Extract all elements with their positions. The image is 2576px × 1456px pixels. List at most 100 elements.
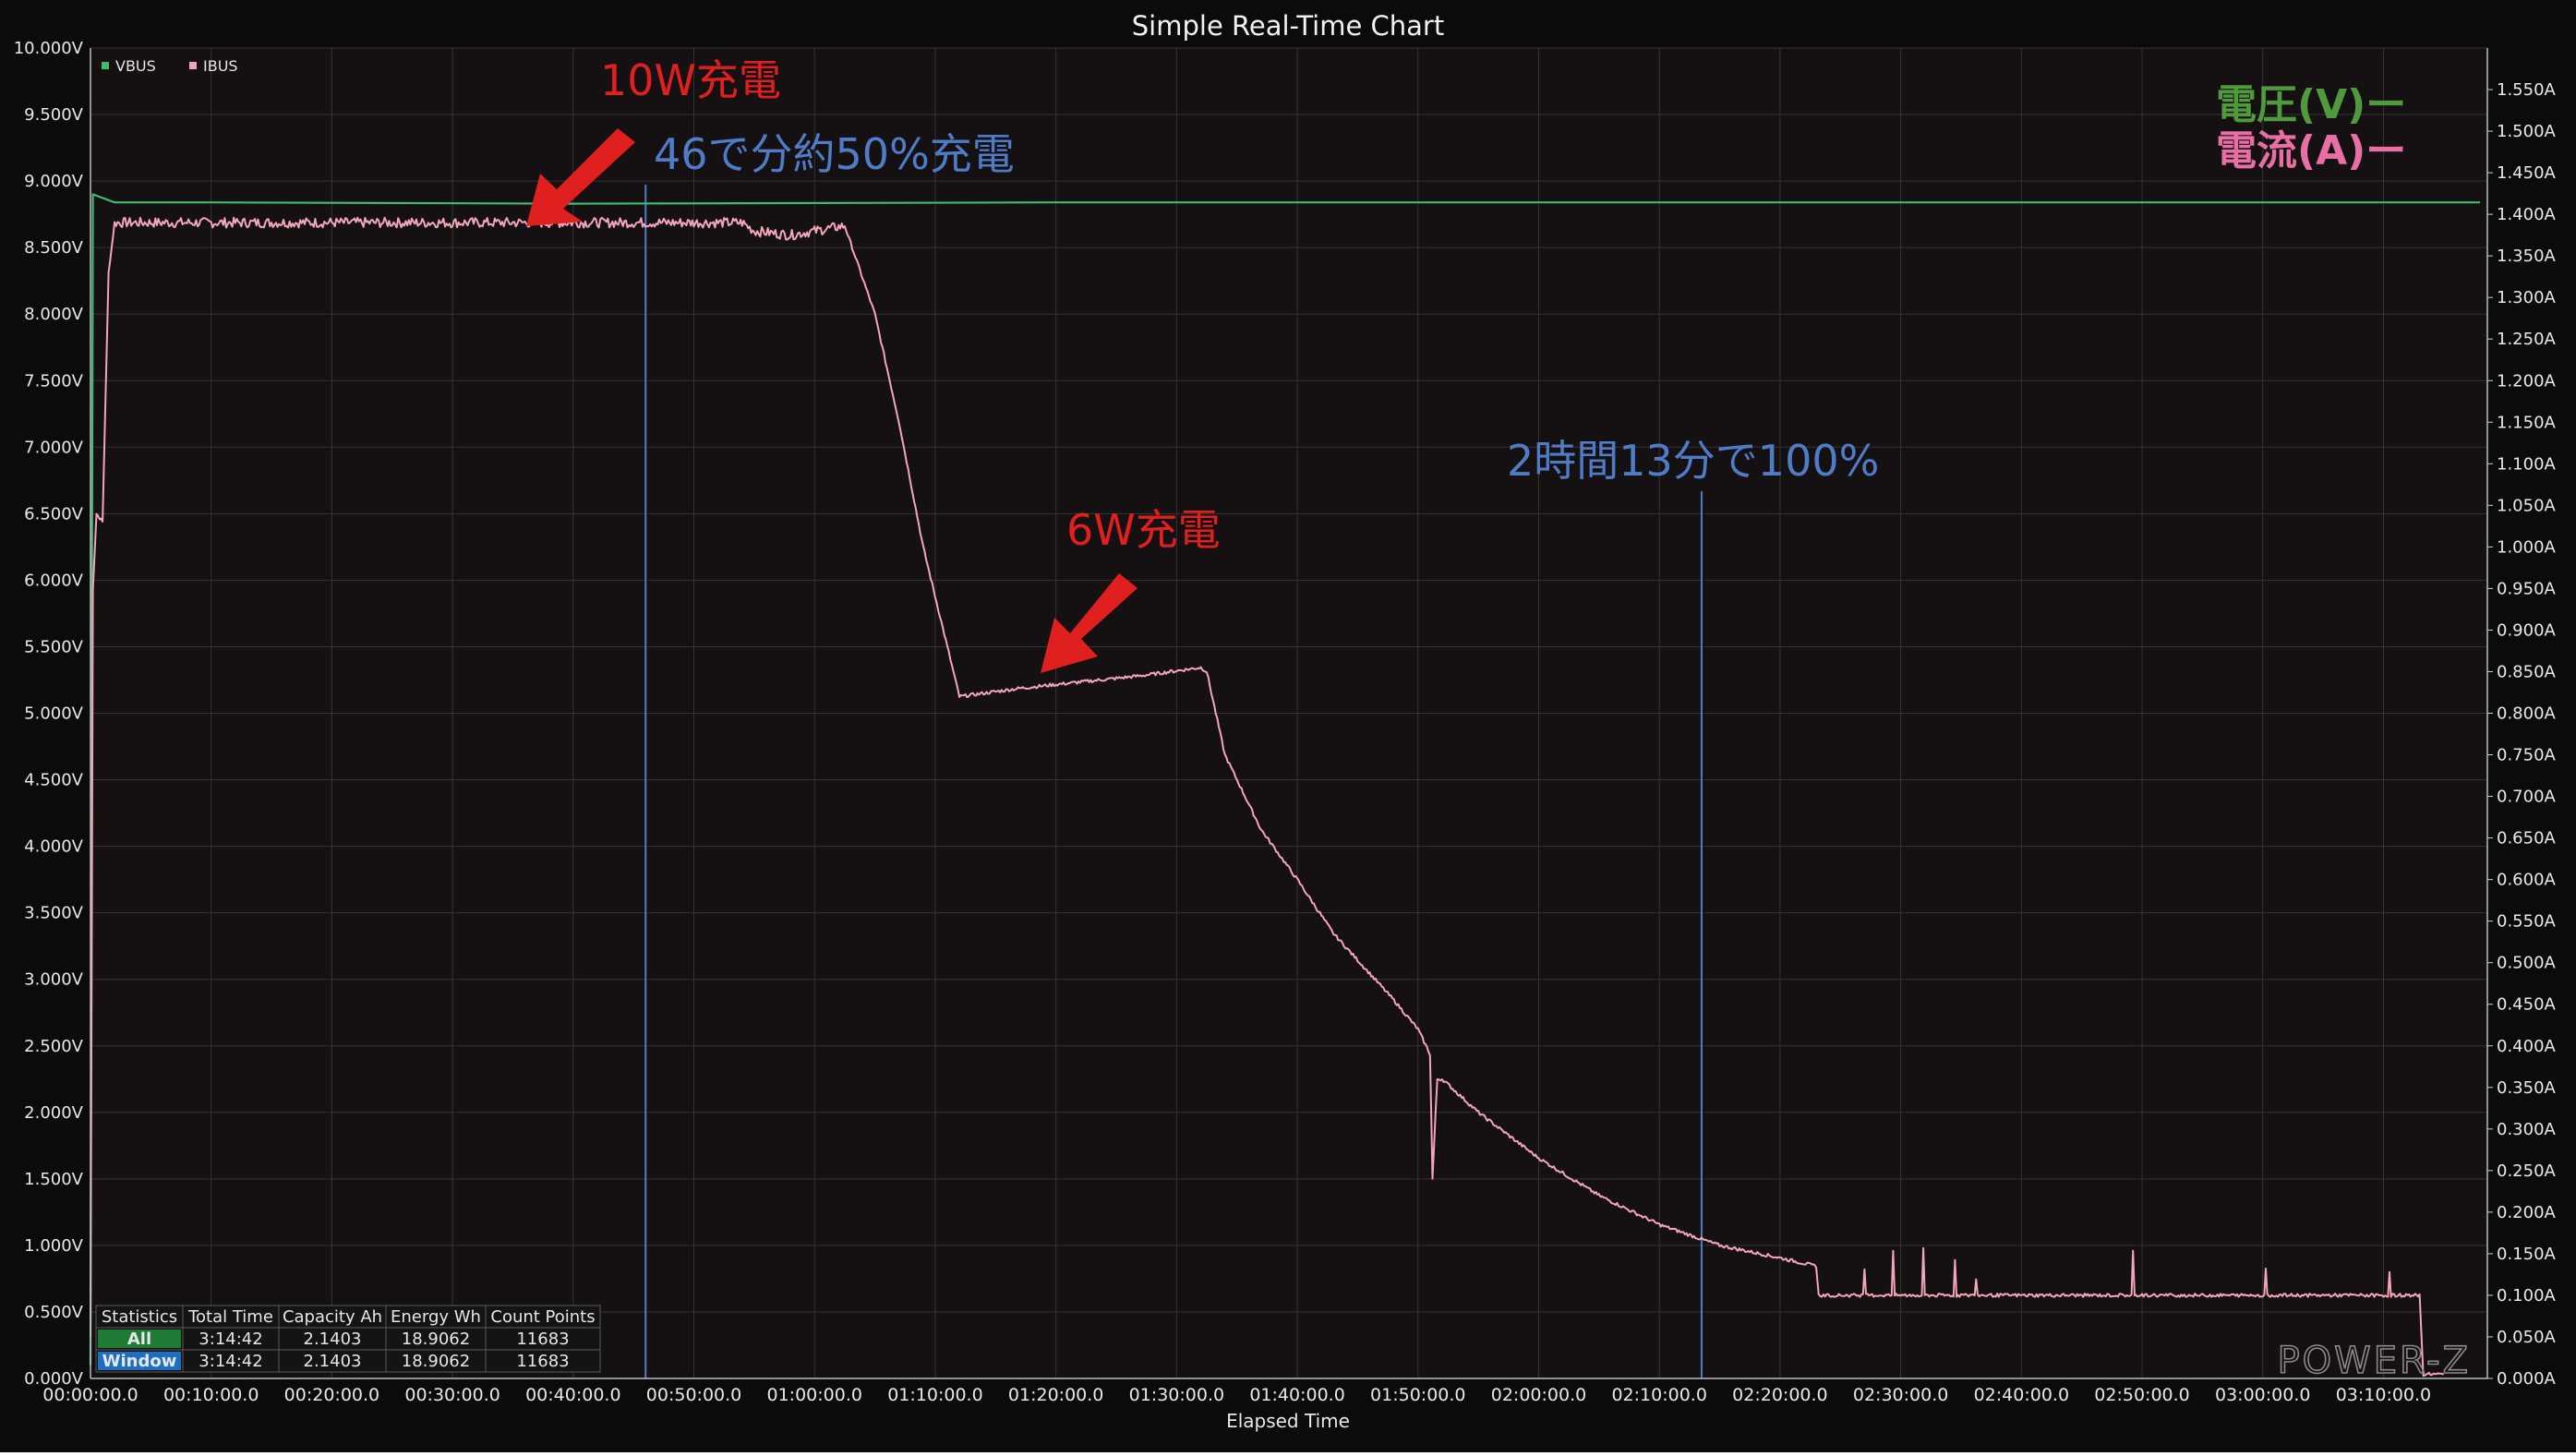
x-tick-label: 00:50:00.0 <box>646 1385 741 1405</box>
y-left-tick-label: 8.500V <box>24 238 84 258</box>
y-right-tick-label: 0.850A <box>2497 662 2557 681</box>
y-right-tick-label: 0.000A <box>2497 1369 2557 1389</box>
x-tick-label: 01:10:00.0 <box>887 1385 982 1405</box>
y-right-tick-label: 1.200A <box>2497 371 2557 391</box>
y-left-tick-label: 4.500V <box>24 771 84 790</box>
stats-all-count: 11683 <box>516 1330 569 1349</box>
y-right-tick-label: 1.400A <box>2497 205 2557 224</box>
y-left-tick-label: 7.000V <box>24 438 84 457</box>
y-left-tick-label: 8.000V <box>24 305 84 324</box>
y-right-tick-label: 0.400A <box>2497 1037 2557 1056</box>
y-left-tick-label: 9.500V <box>24 105 84 125</box>
legend-swatch-ibus <box>189 62 197 69</box>
y-right-tick-label: 0.800A <box>2497 704 2557 724</box>
x-tick-label: 01:50:00.0 <box>1370 1385 1465 1405</box>
y-right-tick-label: 1.150A <box>2497 413 2557 432</box>
y-left-tick-label: 1.500V <box>24 1170 84 1189</box>
x-tick-label: 00:40:00.0 <box>525 1385 620 1405</box>
stats-window-total-time: 3:14:42 <box>199 1352 262 1371</box>
line-chart: Simple Real-Time Chart 0.000V0.500V1.000… <box>0 0 2576 1452</box>
annotation-current-key: 電流(A)ー <box>2216 127 2406 174</box>
x-tick-label: 01:40:00.0 <box>1249 1385 1344 1405</box>
y-right-tick-label: 0.050A <box>2497 1328 2557 1347</box>
y-right-tick-label: 0.200A <box>2497 1203 2557 1222</box>
x-tick-label: 02:30:00.0 <box>1853 1385 1948 1405</box>
grid-lines <box>90 47 2487 1379</box>
watermark-logo: POWER-Z <box>2278 1340 2471 1382</box>
x-tick-label: 00:10:00.0 <box>163 1385 259 1405</box>
y-right-tick-label: 0.750A <box>2497 746 2557 765</box>
y-right-tick-label: 1.000A <box>2497 537 2557 557</box>
y-right-tick-label: 1.100A <box>2497 454 2557 474</box>
y-right-tick-label: 0.600A <box>2497 871 2557 890</box>
y-right-tick-label: 1.250A <box>2497 330 2557 349</box>
y-right-tick-label: 0.650A <box>2497 829 2557 848</box>
y-right-tick-label: 1.350A <box>2497 247 2557 266</box>
y-left-tick-label: 5.000V <box>24 704 84 724</box>
x-tick-label: 02:40:00.0 <box>1974 1385 2069 1405</box>
stats-header-total-time: Total Time <box>187 1307 273 1327</box>
stats-header-count: Count Points <box>490 1307 595 1327</box>
stats-all-total-time: 3:14:42 <box>199 1330 262 1349</box>
x-axis-label: Elapsed Time <box>1226 1410 1350 1432</box>
y-right-tick-label: 1.550A <box>2497 80 2557 100</box>
x-tick-label: 01:30:00.0 <box>1129 1385 1224 1405</box>
y-left-tick-label: 2.000V <box>24 1103 84 1123</box>
y-right-tick-label: 0.700A <box>2497 788 2557 807</box>
y-right-tick-label: 0.100A <box>2497 1286 2557 1306</box>
annotation-voltage-key: 電圧(V)ー <box>2216 81 2406 128</box>
y-right-tick-label: 0.150A <box>2497 1245 2557 1264</box>
y-right-tick-label: 1.300A <box>2497 288 2557 307</box>
annotation-10w-charge: 10W充電 <box>600 55 781 105</box>
y-left-tick-label: 6.000V <box>24 571 84 590</box>
y-right-tick-label: 0.300A <box>2497 1120 2557 1139</box>
stats-all-energy: 18.9062 <box>402 1330 470 1349</box>
x-tick-label: 02:20:00.0 <box>1732 1385 1827 1405</box>
stats-header-energy: Energy Wh <box>391 1307 481 1327</box>
stats-row-all-label: All <box>127 1330 151 1349</box>
annotation-100-percent: 2時間13分で100% <box>1507 436 1879 486</box>
stats-window-energy: 18.9062 <box>402 1352 470 1371</box>
y-left-tick-label: 3.500V <box>24 904 84 923</box>
chart-window: Simple Real-Time Chart 0.000V 0.500V 1.000… <box>0 0 2576 1452</box>
y-left-tick-label: 0.500V <box>24 1303 84 1322</box>
legend-swatch-vbus <box>102 62 109 69</box>
y-left-tick-label: 5.500V <box>24 637 84 656</box>
x-tick-label: 01:20:00.0 <box>1008 1385 1103 1405</box>
y-left-tick-label: 3.000V <box>24 970 84 990</box>
stats-all-capacity: 2.1403 <box>304 1330 362 1349</box>
y-left-tick-label: 1.000V <box>24 1236 84 1256</box>
y-right-tick-label: 0.900A <box>2497 620 2557 640</box>
annotation-50-percent: 46で分約50%充電 <box>654 129 1015 179</box>
y-right-tick-label: 0.550A <box>2497 912 2557 932</box>
x-tick-label: 02:00:00.0 <box>1491 1385 1586 1405</box>
y-right-tick-label: 1.500A <box>2497 122 2557 141</box>
statistics-table: Statistics Total Time Capacity Ah Energy… <box>95 1305 601 1373</box>
y-right-tick-label: 1.050A <box>2497 496 2557 515</box>
y-left-tick-label: 10.000V <box>14 39 84 58</box>
x-tick-label: 02:10:00.0 <box>1611 1385 1706 1405</box>
y-right-tick-label: 0.350A <box>2497 1078 2557 1098</box>
y-right-tick-label: 1.450A <box>2497 163 2557 183</box>
y-right-tick-label: 0.450A <box>2497 995 2557 1015</box>
legend-label-ibus: IBUS <box>203 57 238 75</box>
x-tick-label: 03:10:00.0 <box>2336 1385 2431 1405</box>
x-tick-label: 00:00:00.0 <box>42 1385 138 1405</box>
x-tick-label: 03:00:00.0 <box>2215 1385 2310 1405</box>
y-left-tick-label: 2.500V <box>24 1037 84 1056</box>
x-tick-label: 01:00:00.0 <box>767 1385 862 1405</box>
legend-label-vbus: VBUS <box>115 57 156 75</box>
stats-row-window-label: Window <box>102 1352 177 1371</box>
y-right-tick-label: 0.950A <box>2497 579 2557 598</box>
y-left-tick-label: 7.500V <box>24 371 84 391</box>
stats-window-count: 11683 <box>516 1352 569 1371</box>
stats-window-capacity: 2.1403 <box>304 1352 362 1371</box>
y-right-tick-label: 0.500A <box>2497 954 2557 973</box>
y-left-tick-label: 4.000V <box>24 837 84 857</box>
stats-header-statistics: Statistics <box>102 1307 177 1327</box>
x-tick-label: 00:30:00.0 <box>404 1385 500 1405</box>
x-tick-label: 02:50:00.0 <box>2094 1385 2189 1405</box>
chart-title: Simple Real-Time Chart <box>1132 10 1444 42</box>
y-right-tick-label: 0.250A <box>2497 1161 2557 1181</box>
y-left-tick-label: 6.500V <box>24 504 84 523</box>
